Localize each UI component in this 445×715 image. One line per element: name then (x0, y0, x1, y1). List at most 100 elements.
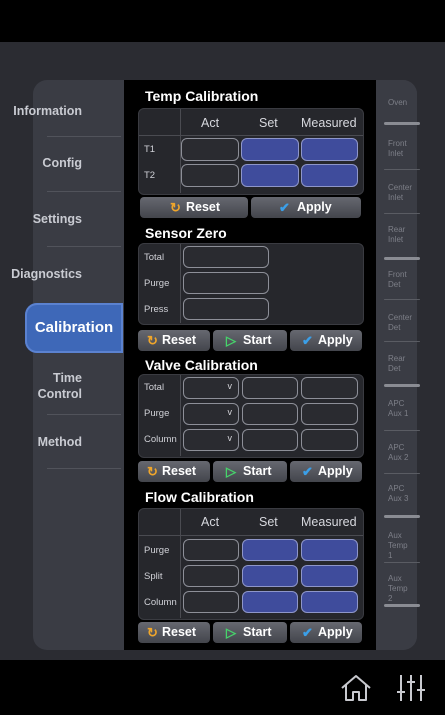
nav-settings[interactable]: Settings (0, 211, 92, 227)
reset-icon: ↻ (147, 464, 158, 479)
nav-calibration[interactable]: Calibration (25, 303, 123, 353)
temp-row-t2: T2 (144, 170, 156, 181)
valve-purge-dropdown[interactable]: v (183, 403, 239, 425)
nav-method[interactable]: Method (0, 434, 92, 450)
temp-button-bar: ↻ Reset ✔ Apply (138, 197, 362, 218)
top-bar (0, 0, 445, 42)
flow-col-set: Set (259, 515, 278, 529)
sensor-reset-button[interactable]: ↻ Reset (138, 330, 210, 351)
flow-purge-set[interactable] (242, 539, 298, 561)
flow-button-bar: ↻ Reset ▷ Start ✔ Apply (138, 622, 362, 643)
right-nav-aux-temp-2[interactable]: Aux Temp 2 (388, 574, 414, 604)
flow-apply-button[interactable]: ✔ Apply (290, 622, 362, 643)
flow-purge-measured[interactable] (301, 539, 358, 561)
sensor-row-purge: Purge (144, 278, 170, 289)
sensor-button-bar: ↻ Reset ▷ Start ✔ Apply (138, 330, 362, 351)
sensor-zero-title: Sensor Zero (145, 225, 227, 241)
flow-calibration-title: Flow Calibration (145, 489, 254, 505)
temp-apply-button[interactable]: ✔ Apply (251, 197, 361, 218)
right-nav-front-inlet[interactable]: Front Inlet (388, 139, 414, 159)
valve-row-total: Total (144, 382, 165, 393)
right-nav-apc-aux-3[interactable]: APC Aux 3 (388, 484, 412, 504)
temp-t1-act (181, 138, 239, 161)
right-nav-aux-temp-1[interactable]: Aux Temp 1 (388, 531, 414, 561)
temp-t2-set[interactable] (241, 164, 299, 187)
sensor-row-total: Total (144, 252, 165, 263)
right-nav-oven[interactable]: Oven (388, 98, 407, 108)
flow-row-split: Split (144, 571, 163, 582)
apply-check-icon: ✔ (302, 625, 313, 640)
valve-start-button[interactable]: ▷ Start (213, 461, 287, 482)
valve-row-column: Column (144, 434, 177, 445)
flow-reset-button[interactable]: ↻ Reset (138, 622, 210, 643)
play-icon: ▷ (226, 464, 236, 479)
right-nav-rear-det[interactable]: Rear Det (388, 354, 412, 374)
valve-column-set[interactable] (242, 429, 298, 451)
valve-column-dropdown[interactable]: v (183, 429, 239, 451)
temp-t1-set[interactable] (241, 138, 299, 161)
play-icon: ▷ (226, 333, 236, 348)
valve-total-measured[interactable] (301, 377, 358, 399)
right-nav-center-det[interactable]: Center Det (388, 313, 414, 333)
flow-purge-act (183, 539, 239, 561)
bottom-bar (0, 660, 445, 715)
apply-check-icon: ✔ (302, 333, 313, 348)
apply-check-icon: ✔ (302, 464, 313, 479)
temp-t2-measured[interactable] (301, 164, 358, 187)
flow-column-measured[interactable] (301, 591, 358, 613)
nav-information[interactable]: Information (0, 103, 92, 119)
temp-reset-button[interactable]: ↻ Reset (140, 197, 248, 218)
reset-icon: ↻ (147, 625, 158, 640)
right-nav-apc-aux-1[interactable]: APC Aux 1 (388, 399, 412, 419)
valve-button-bar: ↻ Reset ▷ Start ✔ Apply (138, 461, 362, 482)
flow-row-column: Column (144, 597, 177, 608)
sliders-icon[interactable] (394, 672, 428, 704)
flow-col-act: Act (201, 515, 220, 529)
sensor-apply-button[interactable]: ✔ Apply (290, 330, 362, 351)
temp-t2-act (181, 164, 239, 187)
chevron-down-icon: v (227, 433, 233, 443)
sensor-row-press: Press (144, 304, 169, 315)
valve-purge-set[interactable] (242, 403, 298, 425)
sensor-start-button[interactable]: ▷ Start (213, 330, 287, 351)
right-nav-rear-inlet[interactable]: Rear Inlet (388, 225, 414, 245)
temp-col-measured: Measured (301, 116, 357, 130)
valve-calibration-title: Valve Calibration (145, 357, 258, 373)
valve-total-set[interactable] (242, 377, 298, 399)
valve-purge-measured[interactable] (301, 403, 358, 425)
temp-calibration-title: Temp Calibration (145, 88, 259, 104)
nav-config[interactable]: Config (0, 155, 92, 171)
play-icon: ▷ (226, 625, 236, 640)
chevron-down-icon: v (227, 381, 233, 391)
flow-column-set[interactable] (242, 591, 298, 613)
valve-column-measured[interactable] (301, 429, 358, 451)
flow-col-measured: Measured (301, 515, 357, 529)
right-nav-apc-aux-2[interactable]: APC Aux 2 (388, 443, 412, 463)
valve-reset-button[interactable]: ↻ Reset (138, 461, 210, 482)
flow-split-set[interactable] (242, 565, 298, 587)
valve-row-purge: Purge (144, 408, 170, 419)
apply-check-icon: ✔ (279, 200, 290, 215)
nav-time-control[interactable]: Time Control (0, 370, 92, 402)
reset-icon: ↻ (170, 200, 181, 215)
right-nav-front-det[interactable]: Front Det (388, 270, 412, 290)
valve-apply-button[interactable]: ✔ Apply (290, 461, 362, 482)
flow-row-purge: Purge (144, 545, 170, 556)
sensor-purge-value (183, 272, 269, 294)
flow-split-act (183, 565, 239, 587)
temp-t1-measured[interactable] (301, 138, 358, 161)
home-icon[interactable] (339, 673, 373, 703)
right-nav-center-inlet[interactable]: Center Inlet (388, 183, 416, 203)
reset-icon: ↻ (147, 333, 158, 348)
flow-start-button[interactable]: ▷ Start (213, 622, 287, 643)
sensor-press-value (183, 298, 269, 320)
temp-row-t1: T1 (144, 144, 156, 155)
sensor-total-value (183, 246, 269, 268)
temp-col-set: Set (259, 116, 278, 130)
temp-col-act: Act (201, 116, 220, 130)
flow-column-act (183, 591, 239, 613)
flow-split-measured[interactable] (301, 565, 358, 587)
valve-total-dropdown[interactable]: v (183, 377, 239, 399)
chevron-down-icon: v (227, 407, 233, 417)
nav-diagnostics[interactable]: Diagnostics (0, 266, 92, 282)
